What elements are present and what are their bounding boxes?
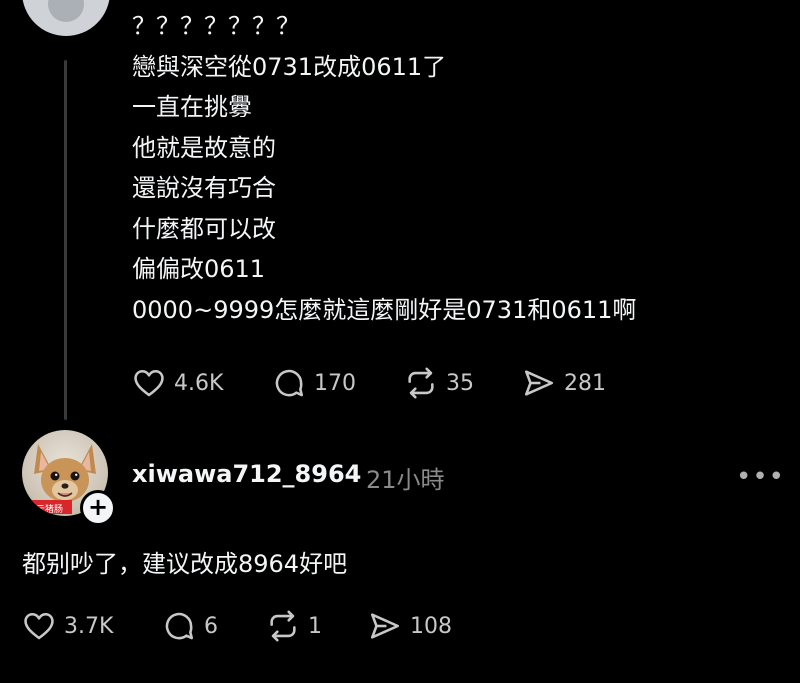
comment-count: 170 [314,370,356,396]
post-actions: 4.6K 170 35 281 [132,366,606,400]
heart-icon [24,612,54,640]
like-button[interactable]: 4.6K [132,366,272,400]
like-button[interactable]: 3.7K [22,609,162,643]
share-button[interactable]: 108 [368,609,452,643]
share-count: 281 [564,370,606,396]
heart-icon [134,369,164,397]
post-line: 戀與深空從0731改成0611了 [132,52,447,81]
comment-count: 6 [204,613,218,639]
reply-text: 都别吵了，建议改成8964好吧 [22,550,348,578]
avatar-label: 云猪肠 [36,505,64,515]
author-avatar[interactable] [22,0,110,36]
plus-icon: + [87,493,109,521]
like-count: 4.6K [174,370,224,396]
like-count: 3.7K [64,613,114,639]
post-line: 0000~9999怎麼就這麼剛好是0731和0611啊 [132,295,637,324]
reply-actions: 3.7K 6 1 108 [22,609,452,643]
comment-icon [275,369,304,397]
more-icon: ••• [736,462,786,492]
repost-icon [270,610,296,642]
send-icon [370,613,400,639]
post-line: ？？？？？？？ [132,12,300,40]
share-count: 108 [410,613,452,639]
post-line: 一直在挑釁 [132,93,252,121]
repost-button[interactable]: 1 [266,609,368,643]
post-line: 偏偏改0611 [132,255,266,283]
send-icon [524,370,554,396]
repost-button[interactable]: 35 [404,366,522,400]
repost-count: 1 [308,613,322,639]
more-options-button[interactable]: ••• [736,462,785,492]
reply-username[interactable]: xiwawa712_8964 [132,460,361,488]
comment-button[interactable]: 170 [272,366,404,400]
share-button[interactable]: 281 [522,366,606,400]
thread-line [64,60,67,420]
follow-button[interactable]: + [80,490,116,526]
post-body: ？？？？？？？ 戀與深空從0731改成0611了 一直在挑釁 他就是故意的 還說… [132,6,772,330]
repost-count: 35 [446,370,474,396]
comment-button[interactable]: 6 [162,609,266,643]
reply-timestamp: 21小時 [366,466,445,494]
comment-icon [165,612,194,640]
post-line: 他就是故意的 [132,133,276,162]
post-line: 什麼都可以改 [132,214,276,243]
post-line: 還說沒有巧合 [132,174,276,202]
repost-icon [408,367,434,399]
